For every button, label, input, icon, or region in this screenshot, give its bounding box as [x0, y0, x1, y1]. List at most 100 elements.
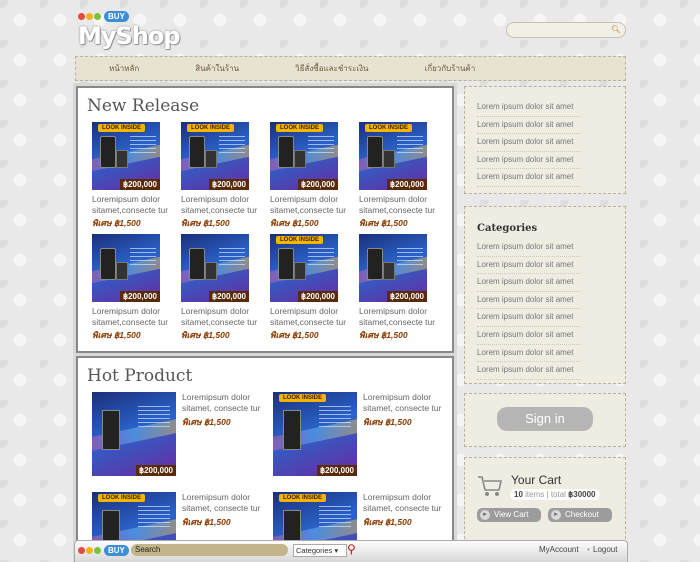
nav-item-about[interactable]: เกี่ยวกับร้านค้า: [424, 57, 475, 80]
sale-label: พิเศษ: [363, 417, 383, 427]
sale-label: พิเศษ: [359, 218, 379, 228]
categories-title: Categories: [477, 223, 538, 234]
category-link[interactable]: Lorem ipsum dolor sit amet: [477, 274, 581, 292]
product-image[interactable]: LOOK INSIDE ฿200,000: [181, 122, 249, 190]
nav-item-how-to-order[interactable]: วิธีสั่งซื้อและชำระเงิน: [295, 57, 368, 80]
product-image[interactable]: LOOK INSIDE ฿200,000: [270, 122, 338, 190]
phone-graphic: [189, 136, 205, 168]
checkout-label: Checkout: [565, 510, 599, 519]
phone-graphic: [367, 248, 383, 280]
hot-product-card[interactable]: ฿200,000 Loremipsum dolor sitamet, consec…: [92, 392, 262, 482]
categories-box: Categories Lorem ipsum dolor sit amet Lor…: [464, 206, 626, 384]
phone-graphic: [383, 262, 395, 280]
hot-product-panel: Hot Product ฿200,000 Loremipsum dolor sit…: [76, 356, 454, 560]
yellow-dot-icon: [86, 12, 93, 20]
image-text-lines: [130, 136, 156, 156]
product-sale-price: พิเศษ ฿1,500: [359, 216, 439, 230]
price-tag: ฿200,000: [208, 291, 249, 302]
sign-in-button[interactable]: Sign in: [497, 407, 593, 431]
product-image[interactable]: ฿200,000: [92, 392, 176, 476]
product-card[interactable]: ฿200,000 Loremipsum dolor sitamet,consect…: [92, 234, 172, 342]
product-sale-price: พิเศษ ฿1,500: [181, 328, 261, 342]
look-inside-tag: LOOK INSIDE: [365, 124, 413, 132]
sidebar-links-box: Lorem ipsum dolor sit amet Lorem ipsum do…: [464, 86, 626, 194]
toolbar-search-input[interactable]: Search: [131, 544, 288, 556]
product-card[interactable]: ฿200,000 Loremipsum dolor sitamet,consect…: [359, 234, 439, 342]
product-image[interactable]: LOOK INSIDE ฿200,000: [273, 392, 357, 476]
yellow-dot-icon: [86, 547, 93, 554]
price-tag: ฿200,000: [297, 291, 338, 302]
sale-label: พิเศษ: [363, 517, 383, 527]
product-name: Loremipsum dolor sitamet,consecte tur: [92, 194, 169, 215]
look-inside-tag: LOOK INSIDE: [98, 494, 146, 502]
product-card[interactable]: LOOK INSIDE ฿200,000 Loremipsum dolor sita…: [92, 122, 172, 230]
image-text-lines: [397, 248, 423, 268]
product-image[interactable]: LOOK INSIDE ฿200,000: [270, 234, 338, 302]
product-image[interactable]: LOOK INSIDE ฿200,000: [359, 122, 427, 190]
hot-product-title: Hot Product: [87, 366, 193, 386]
product-image[interactable]: ฿200,000: [359, 234, 427, 302]
toolbar-search-icon[interactable]: ⚲: [347, 542, 356, 556]
nav-item-products[interactable]: สินค้าในร้าน: [195, 57, 239, 80]
my-account-link[interactable]: MyAccount: [539, 545, 579, 554]
sidebar-link[interactable]: Lorem ipsum dolor sit amet: [477, 169, 581, 187]
new-release-panel: New Release LOOK INSIDE ฿200,000 Loremipsu…: [76, 86, 454, 353]
look-inside-tag: LOOK INSIDE: [279, 494, 327, 502]
product-image[interactable]: ฿200,000: [92, 234, 160, 302]
sidebar-link[interactable]: Lorem ipsum dolor sit amet: [477, 99, 581, 117]
sale-price: ฿1,500: [380, 330, 408, 340]
site-logo[interactable]: BUY MyShop: [78, 10, 181, 50]
sidebar-link[interactable]: Lorem ipsum dolor sit amet: [477, 117, 581, 135]
checkout-icon: ▸: [551, 510, 561, 520]
sale-label: พิเศษ: [182, 517, 202, 527]
view-cart-button[interactable]: ▸ View Cart: [477, 508, 541, 522]
cart-total-value: ฿30000: [568, 490, 596, 499]
sale-price: ฿1,500: [203, 517, 231, 527]
price-tag: ฿200,000: [297, 179, 338, 190]
phone-graphic: [294, 150, 306, 168]
product-card[interactable]: LOOK INSIDE ฿200,000 Loremipsum dolor sita…: [181, 122, 261, 230]
product-sale-price: พิเศษ ฿1,500: [92, 328, 172, 342]
sale-label: พิเศษ: [270, 218, 290, 228]
product-card[interactable]: LOOK INSIDE ฿200,000 Loremipsum dolor sita…: [359, 122, 439, 230]
look-inside-tag: LOOK INSIDE: [279, 394, 327, 402]
category-link[interactable]: Lorem ipsum dolor sit amet: [477, 257, 581, 275]
product-card[interactable]: LOOK INSIDE ฿200,000 Loremipsum dolor sita…: [270, 122, 350, 230]
phone-graphic: [189, 248, 205, 280]
sidebar-link[interactable]: Lorem ipsum dolor sit amet: [477, 134, 581, 152]
toolbar-logo[interactable]: BUY: [78, 545, 129, 556]
sale-label: พิเศษ: [181, 330, 201, 340]
product-name: Loremipsum dolor sitamet,consecte tur: [270, 306, 347, 327]
product-sale-price: พิเศษ ฿1,500: [363, 515, 412, 529]
cart-total-label: total: [550, 490, 566, 499]
logout-link[interactable]: Logout: [593, 545, 617, 554]
main-nav: หน้าหลัก สินค้าในร้าน วิธีสั่งซื้อและชำร…: [75, 56, 626, 81]
header-search-input[interactable]: 🔍︎: [506, 22, 626, 38]
product-card[interactable]: ฿200,000 Loremipsum dolor sitamet,consect…: [181, 234, 261, 342]
category-select[interactable]: Categories ▾: [293, 544, 347, 557]
sidebar-link[interactable]: Lorem ipsum dolor sit amet: [477, 152, 581, 170]
category-link[interactable]: Lorem ipsum dolor sit amet: [477, 292, 581, 310]
category-link[interactable]: Lorem ipsum dolor sit amet: [477, 309, 581, 327]
hot-product-card[interactable]: LOOK INSIDE ฿200,000 Loremipsum dolor sita…: [273, 392, 443, 482]
sale-price: ฿1,500: [384, 417, 412, 427]
phone-graphic: [102, 410, 120, 450]
nav-item-home[interactable]: หน้าหลัก: [109, 57, 139, 80]
sale-price: ฿1,500: [291, 330, 319, 340]
sale-label: พิเศษ: [359, 330, 379, 340]
phone-graphic: [205, 262, 217, 280]
price-tag: ฿200,000: [208, 179, 249, 190]
product-image[interactable]: LOOK INSIDE ฿200,000: [92, 122, 160, 190]
category-link[interactable]: Lorem ipsum dolor sit amet: [477, 327, 581, 345]
search-icon[interactable]: 🔍︎: [611, 25, 621, 34]
category-link[interactable]: Lorem ipsum dolor sit amet: [477, 362, 581, 380]
product-name: Loremipsum dolor sitamet, consecte tur: [363, 392, 442, 413]
checkout-button[interactable]: ▸ Checkout: [548, 508, 612, 522]
product-image[interactable]: ฿200,000: [181, 234, 249, 302]
category-link[interactable]: Lorem ipsum dolor sit amet: [477, 239, 581, 257]
sale-price: ฿1,500: [291, 218, 319, 228]
sale-label: พิเศษ: [92, 330, 112, 340]
image-text-lines: [308, 136, 334, 156]
category-link[interactable]: Lorem ipsum dolor sit amet: [477, 345, 581, 363]
product-card[interactable]: LOOK INSIDE ฿200,000 Loremipsum dolor sita…: [270, 234, 350, 342]
